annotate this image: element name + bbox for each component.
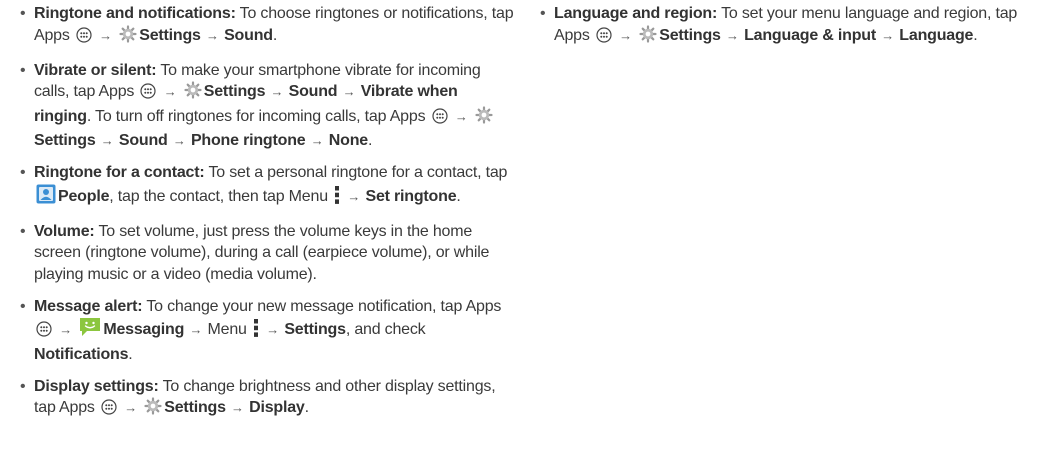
term-ringtone-contact: Ringtone for a contact: bbox=[34, 164, 205, 181]
bullet: • bbox=[20, 61, 26, 79]
term-vibrate-silent: Vibrate or silent: bbox=[34, 61, 157, 79]
bullet: • bbox=[20, 164, 26, 181]
apps-icon bbox=[76, 26, 92, 50]
arrow-icon: → bbox=[163, 84, 177, 99]
term-message-alert: Message alert: bbox=[34, 297, 143, 315]
list-item-message-alert: • Message alert: To change your new messa… bbox=[20, 297, 502, 363]
menu-dots-icon bbox=[253, 319, 259, 344]
arrow-icon: → bbox=[347, 188, 361, 204]
list-item-ringtone-notifications: • Ringtone and notifications: To choose r… bbox=[18, 3, 518, 49]
term-ringtone-notifications: Ringtone and notifications: bbox=[34, 5, 236, 22]
arrow-icon: → bbox=[100, 133, 114, 148]
arrow-icon: → bbox=[270, 84, 284, 99]
arrow-icon: → bbox=[206, 27, 219, 43]
term-volume: Volume: bbox=[34, 222, 95, 240]
bullet: • bbox=[20, 222, 26, 240]
arrow-icon: → bbox=[99, 27, 112, 43]
list-item-volume: • Volume: To set volume, just press the v… bbox=[20, 222, 490, 283]
arrow-icon: → bbox=[266, 322, 280, 337]
term-language-region: Language and region: bbox=[554, 5, 718, 22]
arrow-icon: → bbox=[726, 27, 739, 43]
arrow-icon: → bbox=[310, 133, 324, 148]
menu-dots-icon bbox=[334, 185, 340, 211]
apps-icon bbox=[101, 399, 117, 422]
list-item-vibrate-silent: • Vibrate or silent: To make your smartph… bbox=[18, 60, 518, 152]
apps-icon bbox=[596, 26, 612, 50]
list-item-display-settings: • Display settings: To change brightness … bbox=[18, 376, 518, 422]
settings-gear-icon bbox=[119, 24, 137, 50]
bullet: • bbox=[20, 297, 26, 315]
list-item-ringtone-contact: • Ringtone for a contact: To set a person… bbox=[18, 162, 518, 210]
arrow-icon: → bbox=[619, 27, 632, 43]
messaging-app-icon bbox=[79, 317, 101, 344]
apps-icon bbox=[140, 83, 157, 106]
arrow-icon: → bbox=[124, 400, 138, 415]
term-display-settings: Display settings: bbox=[34, 377, 159, 395]
arrow-icon: → bbox=[881, 27, 895, 43]
left-column: • Ringtone and notifications: To choose r… bbox=[18, 0, 518, 432]
arrow-icon: → bbox=[454, 108, 468, 124]
tips-list-right: • Language and region: To set your menu l… bbox=[538, 3, 1038, 49]
arrow-icon: → bbox=[172, 133, 186, 148]
arrow-icon: → bbox=[59, 322, 73, 337]
arrow-icon: → bbox=[231, 400, 244, 415]
right-column: • Language and region: To set your menu l… bbox=[538, 0, 1038, 49]
bullet: • bbox=[540, 5, 546, 22]
settings-gear-icon bbox=[639, 24, 657, 50]
settings-gear-icon bbox=[475, 105, 493, 131]
settings-gear-icon bbox=[144, 397, 162, 422]
list-item-language-region: • Language and region: To set your menu l… bbox=[538, 3, 1038, 49]
arrow-icon: → bbox=[342, 84, 356, 99]
bullet: • bbox=[20, 377, 26, 395]
people-app-icon bbox=[36, 184, 56, 211]
arrow-icon: → bbox=[189, 322, 203, 337]
settings-gear-icon bbox=[184, 81, 202, 106]
bullet: • bbox=[20, 5, 26, 22]
tips-list-left: • Ringtone and notifications: To choose r… bbox=[18, 3, 518, 422]
apps-icon bbox=[36, 321, 52, 344]
apps-icon bbox=[432, 107, 448, 131]
